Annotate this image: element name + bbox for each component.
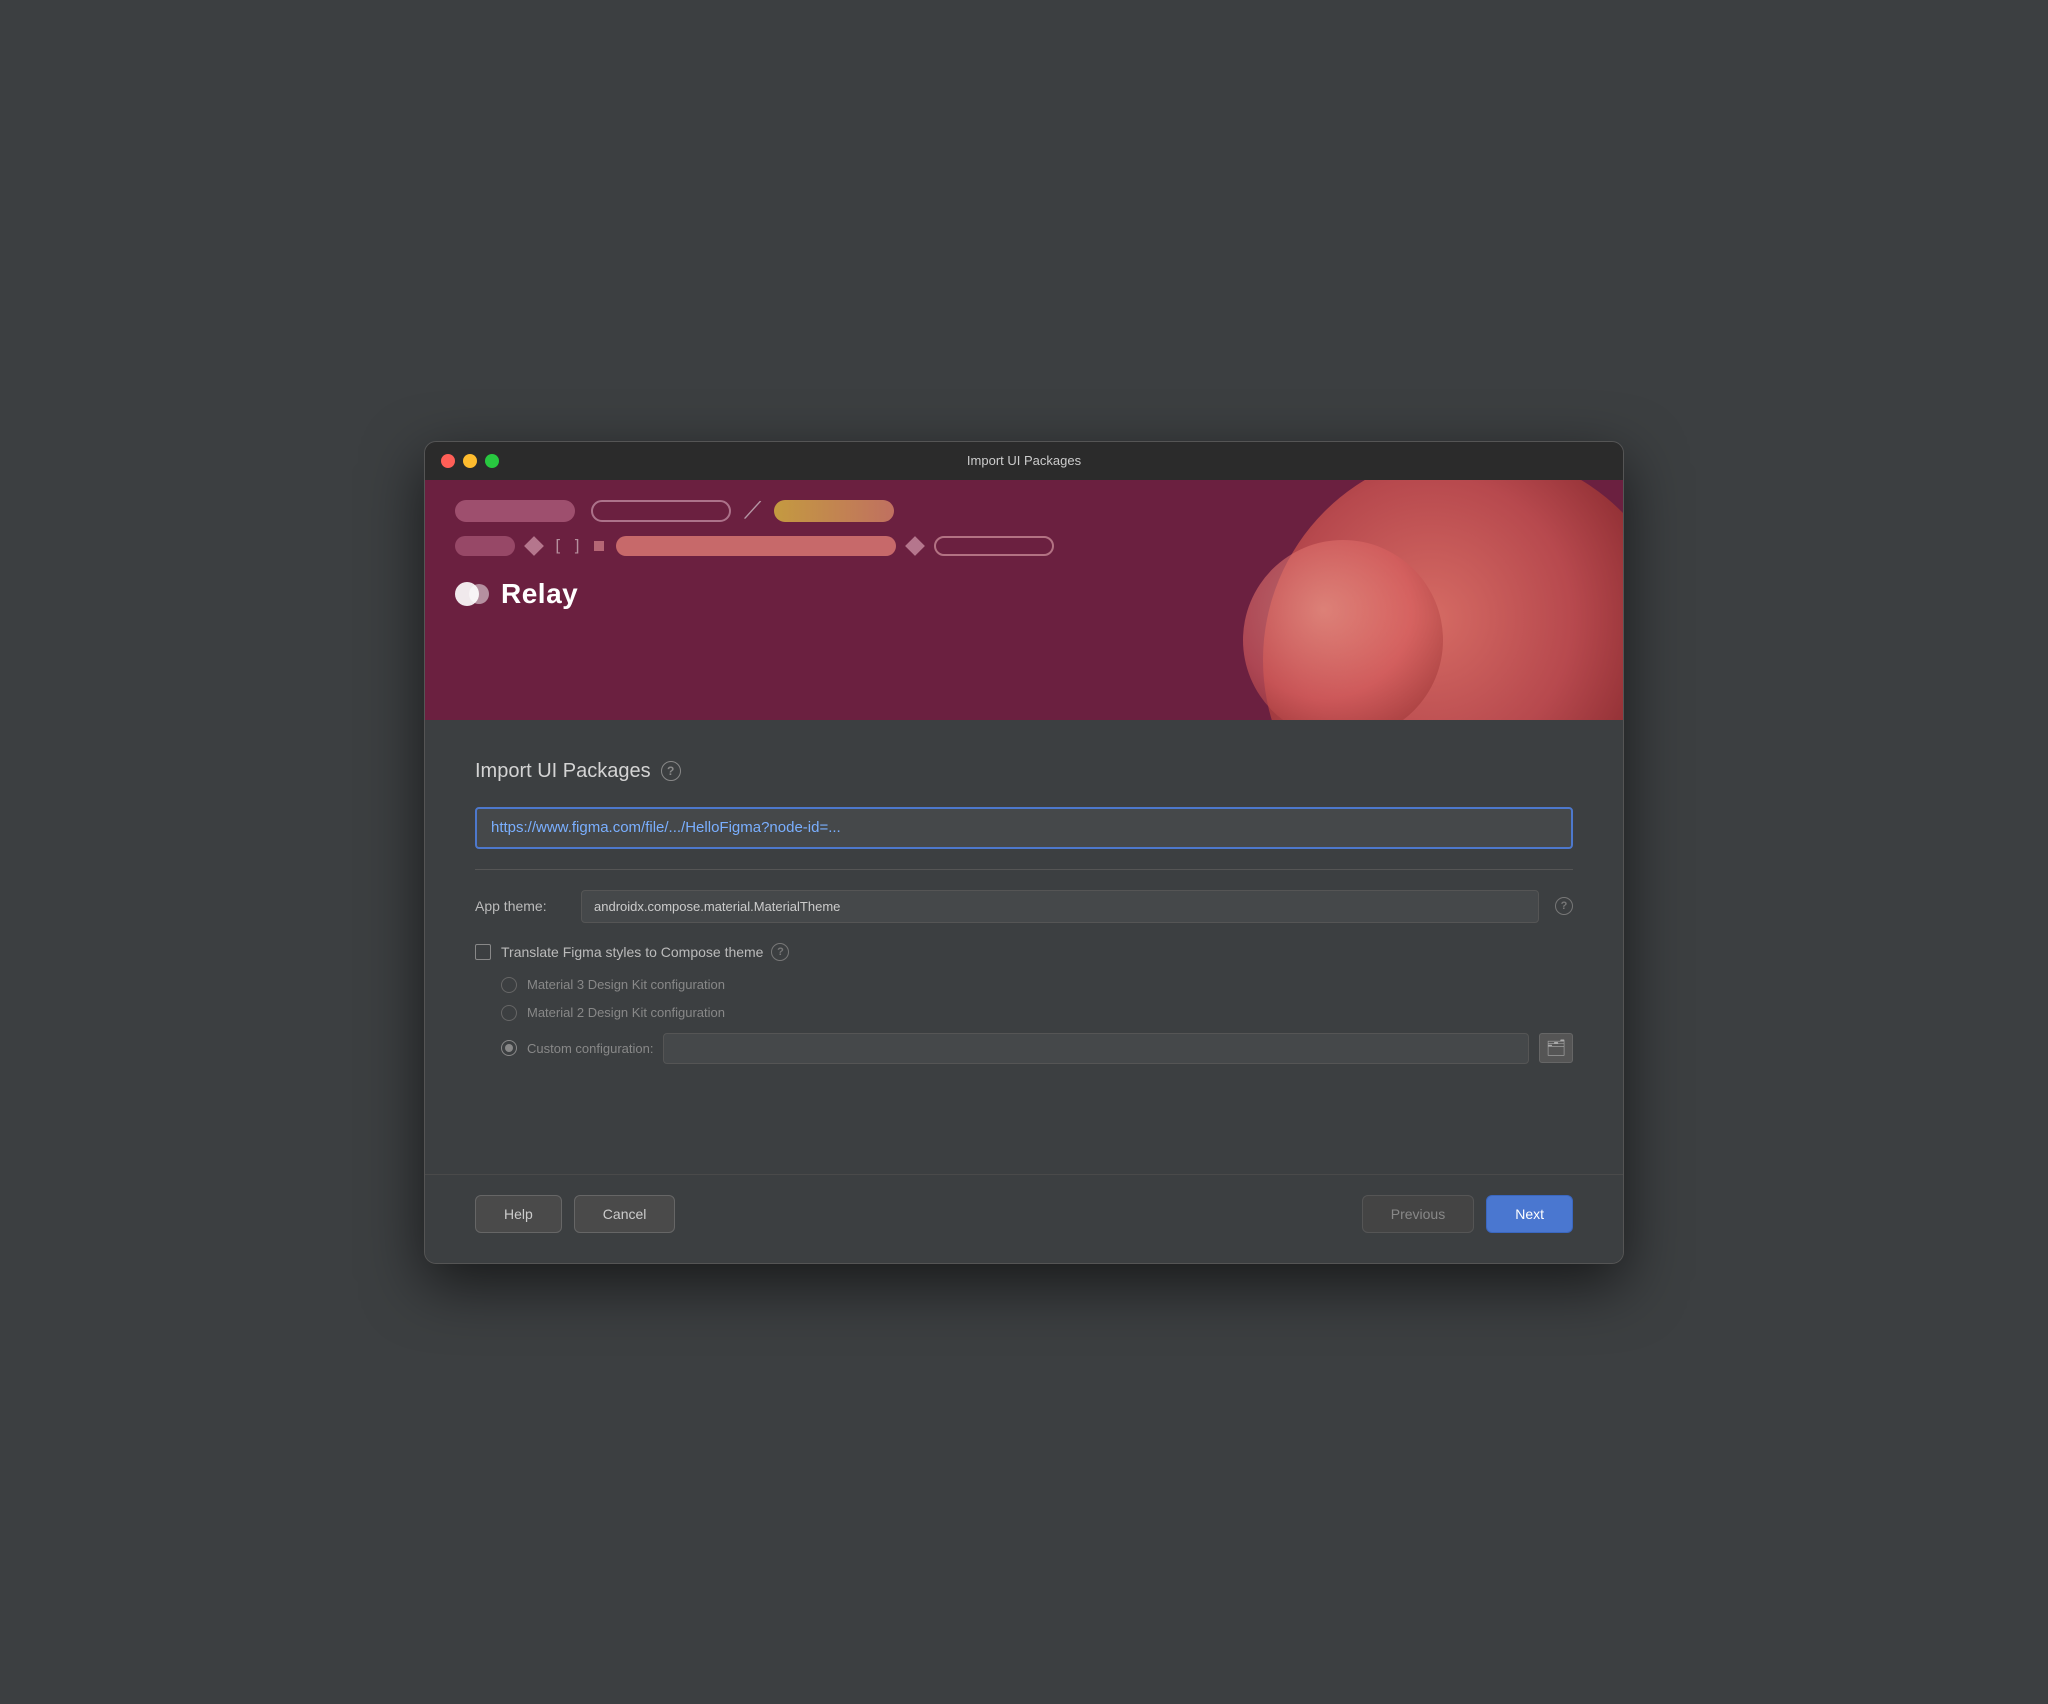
deco-square (594, 541, 604, 551)
section-help-icon[interactable]: ? (661, 761, 681, 781)
minimize-button[interactable] (463, 454, 477, 468)
translate-checkbox-row[interactable]: Translate Figma styles to Compose theme … (475, 943, 1573, 961)
custom-radio[interactable] (501, 1040, 517, 1056)
folder-browse-button[interactable]: 🗂 (1539, 1033, 1573, 1063)
app-theme-help-icon[interactable]: ? (1555, 897, 1573, 915)
url-input-container[interactable] (475, 807, 1573, 849)
app-theme-label: App theme: (475, 898, 565, 914)
divider (475, 869, 1573, 870)
title-bar: Import UI Packages (425, 442, 1623, 480)
hero-row1: ╱ (455, 500, 1593, 522)
material2-radio[interactable] (501, 1005, 517, 1021)
translate-checkbox[interactable] (475, 944, 491, 960)
deco-diamond-1 (524, 536, 544, 556)
material3-label: Material 3 Design Kit configuration (527, 977, 725, 992)
deco-pill-pink-long (616, 536, 896, 556)
folder-icon: 🗂 (1546, 1038, 1566, 1058)
main-content: Import UI Packages ? App theme: ? Transl… (425, 720, 1623, 1094)
hero-row2: [ ] (455, 536, 1593, 556)
footer-left: Help Cancel (475, 1195, 675, 1233)
deco-diamond-2 (905, 536, 925, 556)
slash-icon: ╱ (744, 499, 760, 522)
section-title-text: Import UI Packages (475, 760, 651, 783)
window-title: Import UI Packages (967, 453, 1081, 468)
translate-label: Translate Figma styles to Compose theme … (501, 943, 789, 961)
maximize-button[interactable] (485, 454, 499, 468)
deco-pill-outline-1 (591, 500, 731, 522)
section-title-row: Import UI Packages ? (475, 760, 1573, 783)
deco-pill-gradient (774, 500, 894, 522)
material3-radio[interactable] (501, 977, 517, 993)
footer-right: Previous Next (1362, 1195, 1573, 1233)
close-button[interactable] (441, 454, 455, 468)
next-button[interactable]: Next (1486, 1195, 1573, 1233)
traffic-lights (441, 454, 499, 468)
hero-ui-elements: ╱ [ ] Relay (455, 500, 1593, 612)
previous-button[interactable]: Previous (1362, 1195, 1474, 1233)
translate-help-icon[interactable]: ? (771, 943, 789, 961)
url-input[interactable] (491, 819, 1557, 836)
radio-group: Material 3 Design Kit configuration Mate… (475, 977, 1573, 1064)
material2-label: Material 2 Design Kit configuration (527, 1005, 725, 1020)
bracket-icon: [ ] (553, 536, 582, 555)
custom-config-input[interactable] (663, 1033, 1529, 1064)
app-theme-row: App theme: ? (475, 890, 1573, 923)
deco-pill-1 (455, 500, 575, 522)
main-window: Import UI Packages ╱ [ ] (424, 441, 1624, 1264)
relay-logo-text: Relay (501, 578, 578, 610)
material2-radio-row[interactable]: Material 2 Design Kit configuration (501, 1005, 1573, 1021)
footer: Help Cancel Previous Next (425, 1174, 1623, 1263)
app-theme-input[interactable] (581, 890, 1539, 923)
deco-pill-short (455, 536, 515, 556)
relay-logo-icon (455, 576, 491, 612)
material3-radio-row[interactable]: Material 3 Design Kit configuration (501, 977, 1573, 993)
custom-config-row[interactable]: Custom configuration: 🗂 (501, 1033, 1573, 1064)
hero-banner: ╱ [ ] Relay (425, 480, 1623, 720)
help-button[interactable]: Help (475, 1195, 562, 1233)
relay-logo: Relay (455, 576, 1593, 612)
deco-pill-outline-short (934, 536, 1054, 556)
custom-label: Custom configuration: (527, 1041, 653, 1056)
cancel-button[interactable]: Cancel (574, 1195, 676, 1233)
